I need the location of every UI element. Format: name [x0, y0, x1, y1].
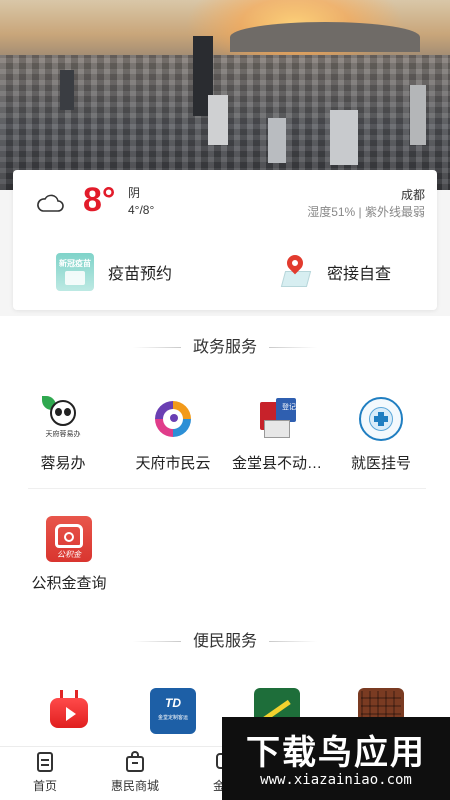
citizen-cloud-icon: [150, 396, 196, 442]
service-item-real-estate[interactable]: 登记 金堂县不动…: [222, 396, 332, 473]
service-label: 蓉易办: [40, 455, 86, 472]
government-section-header: 政务服务: [0, 333, 450, 357]
panda-eye: [64, 408, 71, 416]
td-icon-subtext: 金堂定制客运: [157, 715, 188, 721]
vaccine-icon-card: [65, 271, 85, 285]
logo-dot: [170, 414, 178, 422]
government-section-title: 政务服务: [192, 339, 257, 356]
tower-building: [268, 118, 286, 163]
tower-building: [410, 85, 426, 145]
cross-shape: [374, 416, 388, 422]
shopping-bag-icon: [124, 751, 146, 773]
weather-condition: 阴: [128, 186, 141, 200]
housing-fund-icon-text: 公积金: [57, 550, 81, 559]
circle-shape: [64, 532, 74, 542]
bag-mark: [132, 762, 138, 764]
real-estate-icon: 登记: [254, 396, 300, 442]
vaccine-icon: 新冠疫苗: [56, 253, 94, 291]
tower-building: [330, 110, 358, 165]
tv-icon[interactable]: [46, 688, 92, 734]
doc-line: [41, 764, 49, 766]
service-label: 公积金查询: [31, 575, 107, 592]
tab-home[interactable]: 首页: [0, 751, 90, 794]
service-label: 就医挂号: [350, 455, 411, 472]
title-divider: [132, 641, 181, 643]
vaccine-booking-label: 疫苗预约: [108, 266, 173, 283]
services-panel: 政务服务 天府蓉易办 蓉易办 天府市民云 登记 金堂县不动… 就医挂号 公积金 …: [0, 316, 450, 746]
watermark-url: www.xiazainiao.com: [260, 772, 412, 788]
service-label: 金堂县不动…: [231, 455, 322, 472]
city-name[interactable]: 成都: [401, 186, 425, 203]
service-item-rongyiban[interactable]: 天府蓉易办 蓉易办: [8, 396, 118, 473]
convenience-section-header: 便民服务: [0, 627, 450, 651]
tab-mall[interactable]: 惠民商城: [90, 751, 180, 794]
real-estate-icon-text: 登记: [282, 404, 296, 411]
title-divider: [269, 347, 317, 349]
panda-icon: 天府蓉易办: [40, 396, 86, 442]
tower-building: [208, 95, 228, 145]
title-divider: [269, 641, 317, 643]
convenience-section-title: 便民服务: [192, 633, 257, 650]
mountain-silhouette: [230, 22, 420, 52]
tower-building: [60, 70, 74, 110]
td-icon[interactable]: TD 金堂定制客运: [150, 688, 196, 734]
panda-icon-text: 天府蓉易办: [45, 431, 81, 438]
service-label: 天府市民云: [135, 455, 211, 472]
temperature-range: 4°/8°: [128, 203, 155, 217]
title-divider: [132, 347, 181, 349]
row-divider: [28, 488, 426, 489]
tab-label: 首页: [32, 779, 57, 793]
doc-shape: [37, 752, 53, 772]
temperature: 8°: [83, 181, 116, 219]
service-item-housing-fund[interactable]: 公积金 公积金查询: [14, 516, 124, 593]
td-icon-text: TD: [165, 696, 181, 710]
bag-body: [126, 756, 144, 772]
panda-face: [50, 400, 76, 426]
vaccine-booking-button[interactable]: 新冠疫苗 疫苗预约: [56, 253, 172, 291]
panda-eye: [55, 408, 62, 416]
play-shape: [66, 707, 76, 721]
city-banner-image: [0, 0, 450, 190]
doc-line: [41, 759, 49, 761]
vaccine-icon-text: 新冠疫苗: [59, 259, 91, 268]
contact-check-button[interactable]: 密接自查: [275, 251, 392, 291]
weather-details: 湿度51% | 紫外线最弱: [307, 205, 425, 219]
hospital-icon: [358, 396, 404, 442]
map-pin-icon: [275, 251, 313, 291]
service-item-hospital[interactable]: 就医挂号: [326, 396, 436, 473]
cloudy-icon: [37, 194, 64, 212]
house-shape: [264, 420, 290, 438]
weather-card: 8° 阴 4°/8° 成都 湿度51% | 紫外线最弱 新冠疫苗 疫苗预约 密接…: [13, 170, 437, 310]
contact-check-label: 密接自查: [327, 266, 392, 283]
home-icon: [34, 751, 56, 773]
tab-label: 惠民商城: [110, 779, 159, 793]
watermark: 下载鸟应用 www.xiazainiao.com: [222, 717, 450, 800]
service-item-citizen-cloud[interactable]: 天府市民云: [118, 396, 228, 473]
watermark-title: 下载鸟应用: [246, 733, 426, 773]
map-shape: [280, 271, 312, 287]
housing-fund-icon: 公积金: [46, 516, 92, 562]
